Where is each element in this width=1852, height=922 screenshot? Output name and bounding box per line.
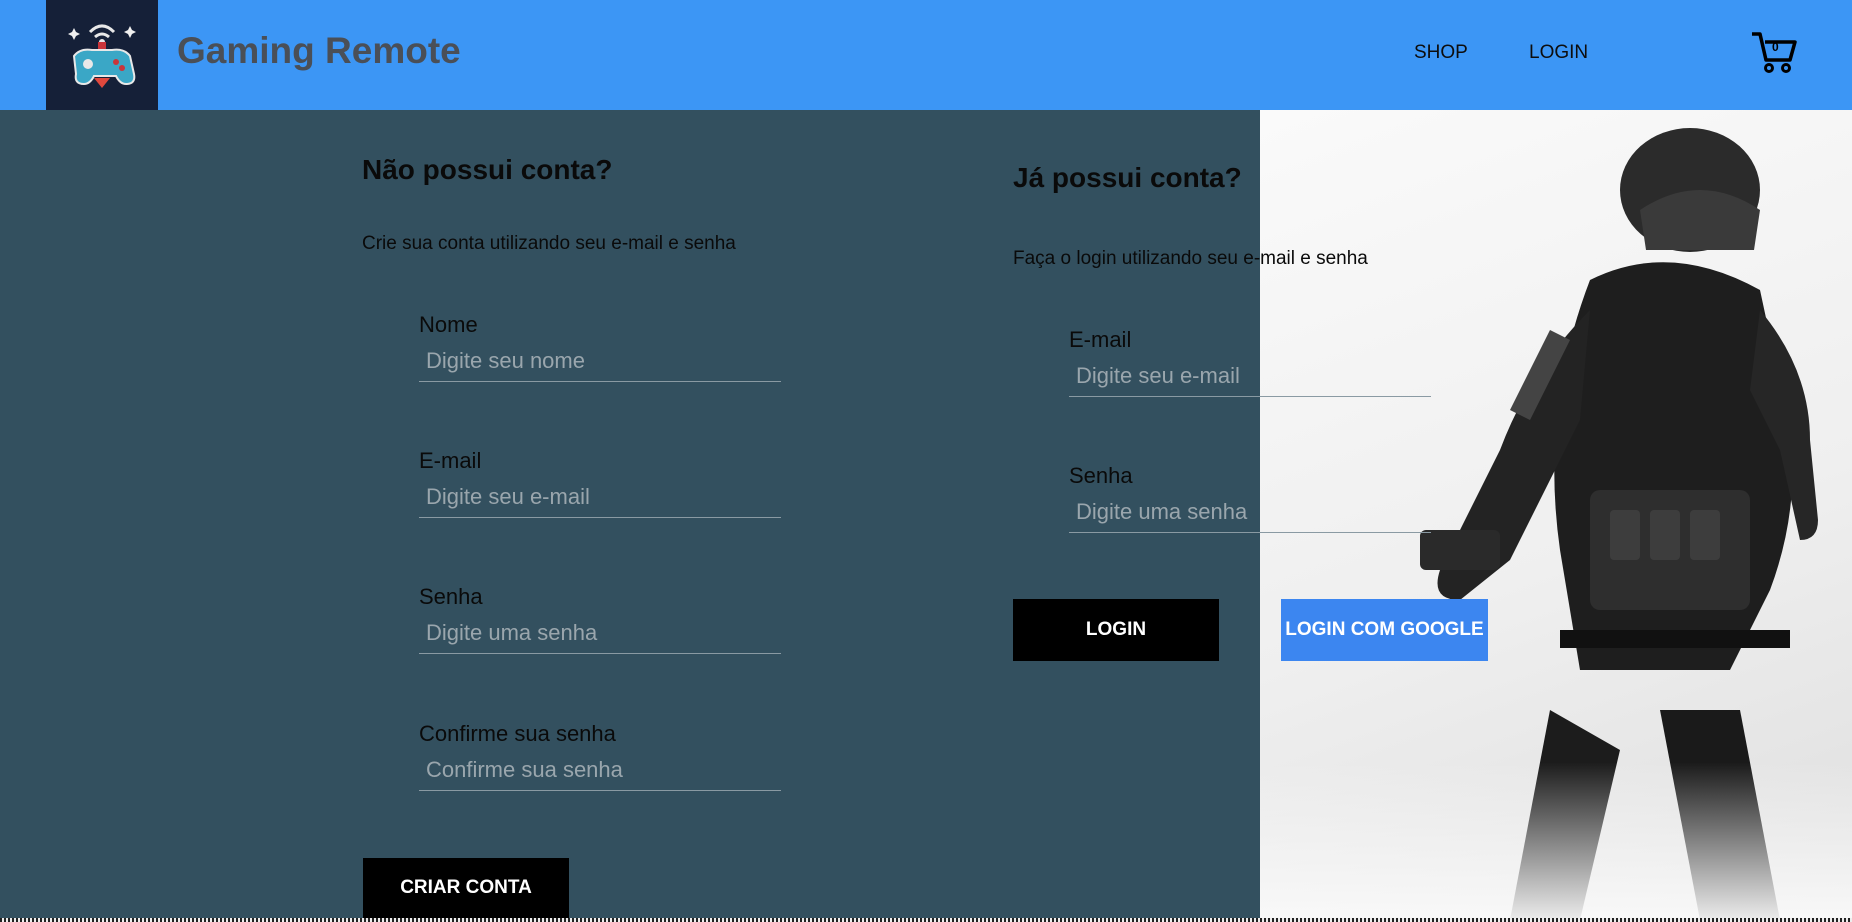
nav-shop-link[interactable]: SHOP — [1414, 42, 1468, 64]
register-name-label: Nome — [419, 312, 478, 337]
create-account-button[interactable]: CRIAR CONTA — [363, 858, 569, 918]
register-password-label: Senha — [419, 584, 483, 609]
login-email-input[interactable] — [1069, 355, 1431, 397]
hero-mist — [1260, 762, 1852, 922]
register-confirm-label: Confirme sua senha — [419, 721, 616, 746]
register-confirm-input[interactable] — [419, 749, 781, 791]
brand-title: Gaming Remote — [177, 30, 461, 71]
main-section: Não possui conta? Crie sua conta utiliza… — [0, 110, 1852, 922]
register-name-input[interactable] — [419, 340, 781, 382]
login-email-label: E-mail — [1069, 327, 1132, 352]
register-subtitle: Crie sua conta utilizando seu e-mail e s… — [362, 233, 736, 254]
bottom-border — [0, 918, 1852, 922]
register-password-input[interactable] — [419, 612, 781, 654]
gamepad-logo-icon — [68, 24, 136, 88]
register-email-label: E-mail — [419, 448, 482, 473]
register-title: Não possui conta? — [362, 154, 613, 185]
login-password-label: Senha — [1069, 463, 1133, 488]
login-password-input[interactable] — [1069, 491, 1431, 533]
cart-count: 0 — [1772, 40, 1779, 54]
login-button[interactable]: LOGIN — [1013, 599, 1219, 661]
login-title: Já possui conta? — [1013, 162, 1242, 193]
login-subtitle: Faça o login utilizando seu e-mail e sen… — [1013, 248, 1368, 269]
logo[interactable] — [46, 0, 158, 110]
register-email-input[interactable] — [419, 476, 781, 518]
nav-login-link[interactable]: LOGIN — [1529, 42, 1588, 64]
cart-button[interactable]: 0 — [1750, 28, 1798, 76]
login-google-button[interactable]: LOGIN COM GOOGLE — [1281, 599, 1488, 661]
header: Gaming Remote SHOP LOGIN 0 — [0, 0, 1852, 110]
